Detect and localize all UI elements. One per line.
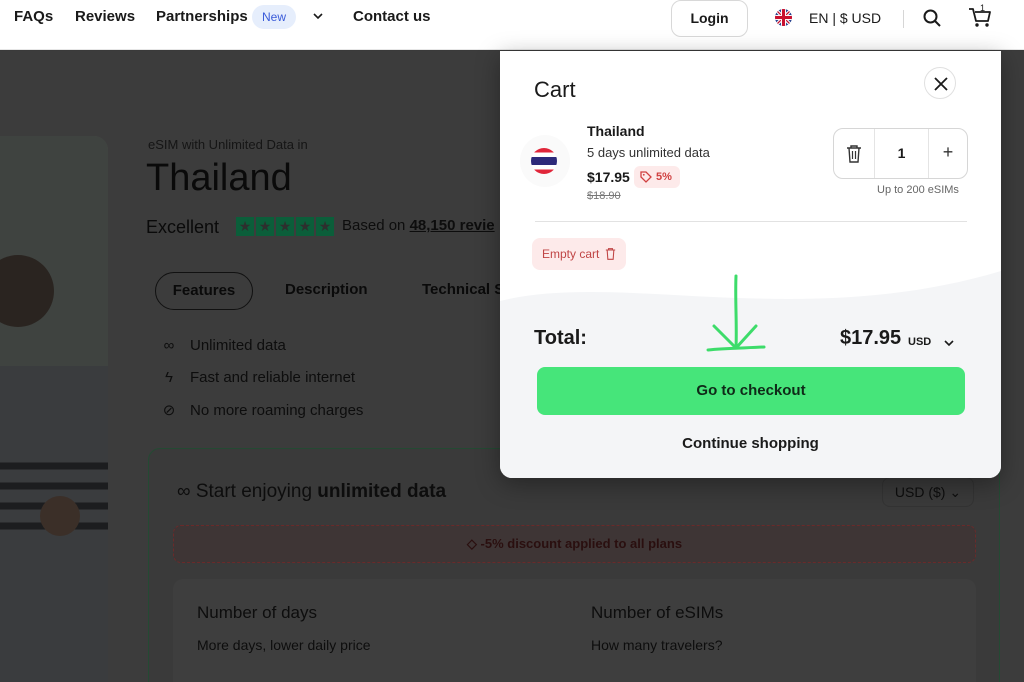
panel-title: ∞ Start enjoying unlimited data	[177, 481, 446, 503]
hero-image	[0, 136, 108, 682]
infinity-icon: ∞	[177, 481, 191, 502]
feature-item: ϟ Fast and reliable internet	[158, 369, 355, 386]
currency-select[interactable]: USD ($) ⌄	[882, 477, 974, 507]
cart-item-old-price: $18.90	[587, 190, 621, 202]
based-on-label: Based on	[342, 217, 406, 234]
currency-value: USD ($)	[894, 484, 946, 500]
checkout-button[interactable]: Go to checkout	[537, 367, 965, 415]
cart-item-name: Thailand	[587, 123, 645, 139]
feature-item: ⊘ No more roaming charges	[158, 401, 364, 419]
chevron-down-icon: ⌄	[949, 484, 962, 500]
remove-item-button[interactable]	[834, 129, 874, 178]
cart-item-description: 5 days unlimited data	[587, 145, 710, 160]
trash-icon	[847, 145, 861, 163]
empty-cart-button[interactable]: Empty cart	[532, 238, 627, 270]
plan-panel: ∞ Start enjoying unlimited data USD ($) …	[148, 448, 1000, 682]
quantity-value[interactable]: 1	[874, 129, 929, 178]
esims-title: Number of eSIMs	[591, 603, 724, 622]
search-icon[interactable]	[922, 8, 942, 28]
cart-item-price: $17.95	[587, 169, 630, 185]
total-currency[interactable]: USD	[908, 336, 931, 348]
close-button[interactable]	[924, 67, 956, 99]
new-badge: New	[252, 5, 297, 29]
thailand-flag-icon	[531, 148, 557, 174]
nav-link-contact[interactable]: Contact us	[353, 8, 431, 25]
empty-cart-label: Empty cart	[542, 247, 600, 261]
lightning-icon: ϟ	[165, 369, 173, 386]
cart-title: Cart	[534, 77, 576, 102]
star-icon: ★	[236, 217, 254, 236]
tag-icon: ◇	[466, 536, 477, 551]
nav-link-partnerships[interactable]: Partnerships	[156, 8, 248, 25]
rating-stars: ★ ★ ★ ★ ★	[236, 217, 334, 236]
feature-label: No more roaming charges	[190, 402, 364, 419]
top-navigation: FAQs Reviews Partnerships New Contact us…	[0, 0, 1024, 50]
feature-item: ∞ Unlimited data	[158, 337, 286, 354]
star-icon: ★	[276, 217, 294, 236]
star-icon: ★	[316, 217, 334, 236]
days-subtitle: More days, lower daily price	[197, 637, 371, 653]
days-title: Number of days	[197, 603, 317, 622]
login-button[interactable]: Login	[671, 0, 748, 37]
nav-divider	[903, 10, 904, 28]
nav-link-reviews[interactable]: Reviews	[75, 8, 135, 25]
panel-title-bold: unlimited data	[317, 481, 447, 502]
cart-popover: Cart Thailand 5 days unlimited data $17.…	[500, 51, 1001, 478]
star-icon: ★	[296, 217, 314, 236]
uk-flag-icon	[775, 9, 792, 26]
discount-badge-value: 5%	[656, 171, 672, 183]
plan-options-card: Number of days More days, lower daily pr…	[173, 579, 976, 682]
trash-icon	[606, 248, 616, 260]
total-value: $17.95	[840, 327, 902, 349]
rating-label: Excellent	[146, 217, 220, 237]
star-icon: ★	[256, 217, 274, 236]
infinity-icon: ∞	[163, 337, 175, 354]
chevron-down-icon[interactable]	[942, 336, 956, 350]
total-label: Total:	[534, 327, 587, 349]
reviews-link[interactable]: 48,150 revie	[410, 217, 495, 234]
no-roaming-icon: ⊘	[162, 402, 176, 419]
tag-icon	[640, 171, 652, 183]
feature-label: Fast and reliable internet	[190, 369, 356, 386]
discount-text: -5% discount applied to all plans	[480, 536, 683, 551]
page-title: Thailand	[146, 157, 292, 199]
increase-quantity-button[interactable]: +	[929, 129, 967, 178]
esims-subtitle: How many travelers?	[591, 637, 723, 653]
nav-link-faqs[interactable]: FAQs	[14, 8, 53, 25]
quantity-limit-note: Up to 200 eSIMs	[877, 184, 959, 196]
feature-label: Unlimited data	[190, 337, 286, 354]
tab-description[interactable]: Description	[285, 281, 368, 298]
close-icon	[934, 77, 948, 91]
language-currency-selector[interactable]: EN | $ USD	[809, 10, 881, 26]
discount-badge: 5%	[634, 166, 680, 188]
product-tabs: Features Description Technical S	[146, 265, 526, 315]
discount-banner: ◇ -5% discount applied to all plans	[173, 525, 976, 563]
cart-count-badge: 1	[980, 3, 986, 13]
tab-technical[interactable]: Technical S	[422, 281, 504, 298]
reviews-summary: Based on 48,150 revie	[342, 217, 495, 234]
product-eyebrow: eSIM with Unlimited Data in	[148, 137, 308, 152]
chevron-down-icon[interactable]	[310, 8, 326, 24]
quantity-stepper: 1 +	[833, 128, 968, 179]
panel-title-prefix: Start enjoying	[195, 481, 313, 502]
continue-shopping-link[interactable]: Continue shopping	[500, 435, 1001, 452]
cart-divider	[535, 221, 967, 222]
tab-features[interactable]: Features	[155, 272, 253, 310]
